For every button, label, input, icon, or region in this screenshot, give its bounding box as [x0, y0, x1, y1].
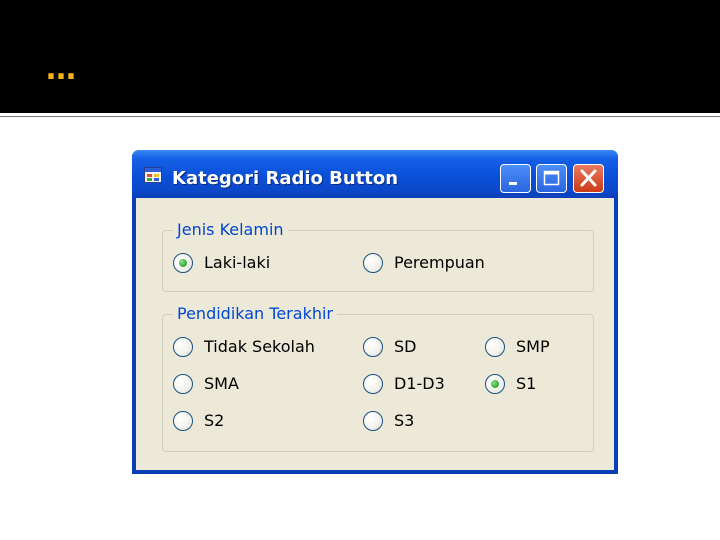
close-button[interactable]: [573, 164, 604, 193]
gender-groupbox: Jenis Kelamin Laki-laki Perempuan: [162, 221, 594, 292]
radio-circle: [363, 253, 383, 273]
radio-label: Tidak Sekolah: [204, 337, 315, 356]
radio-label: S2: [204, 411, 225, 430]
minimize-icon: [509, 182, 517, 185]
radio-circle: [363, 411, 383, 431]
radio-label: SD: [394, 337, 417, 356]
radio-circle: [363, 374, 383, 394]
window-titlebar[interactable]: Kategori Radio Button: [132, 150, 618, 198]
window: Kategori Radio Button Jenis Kelamin Laki…: [132, 150, 618, 474]
radio-circle: [485, 374, 505, 394]
radio-circle: [173, 253, 193, 273]
gender-group-legend: Jenis Kelamin: [173, 221, 288, 239]
education-groupbox: Pendidikan Terakhir Tidak Sekolah SD SMP…: [162, 305, 594, 452]
radio-label: Laki-laki: [204, 253, 271, 272]
window-title: Kategori Radio Button: [172, 168, 399, 189]
minimize-button[interactable]: [500, 164, 531, 193]
slide-header: …: [0, 0, 720, 113]
radio-selected-dot: [491, 380, 499, 388]
form-app-icon[interactable]: [144, 167, 162, 183]
radio-circle: [173, 411, 193, 431]
radio-label: D1-D3: [394, 374, 445, 393]
maximize-button[interactable]: [536, 164, 567, 193]
maximize-icon: [543, 170, 560, 186]
radio-circle: [173, 374, 193, 394]
slide-title: …: [46, 52, 77, 87]
radio-circle: [363, 337, 383, 357]
radio-label: SMP: [516, 337, 550, 356]
window-client-area: Jenis Kelamin Laki-laki Perempuan Pendid…: [136, 198, 614, 470]
radio-circle: [485, 337, 505, 357]
radio-circle: [173, 337, 193, 357]
radio-selected-dot: [179, 259, 187, 267]
radio-label: S3: [394, 411, 415, 430]
radio-label: S1: [516, 374, 537, 393]
close-icon: [580, 169, 597, 187]
slide-divider: [0, 116, 720, 117]
radio-label: Perempuan: [394, 253, 485, 272]
radio-label: SMA: [204, 374, 239, 393]
education-group-legend: Pendidikan Terakhir: [173, 305, 337, 323]
